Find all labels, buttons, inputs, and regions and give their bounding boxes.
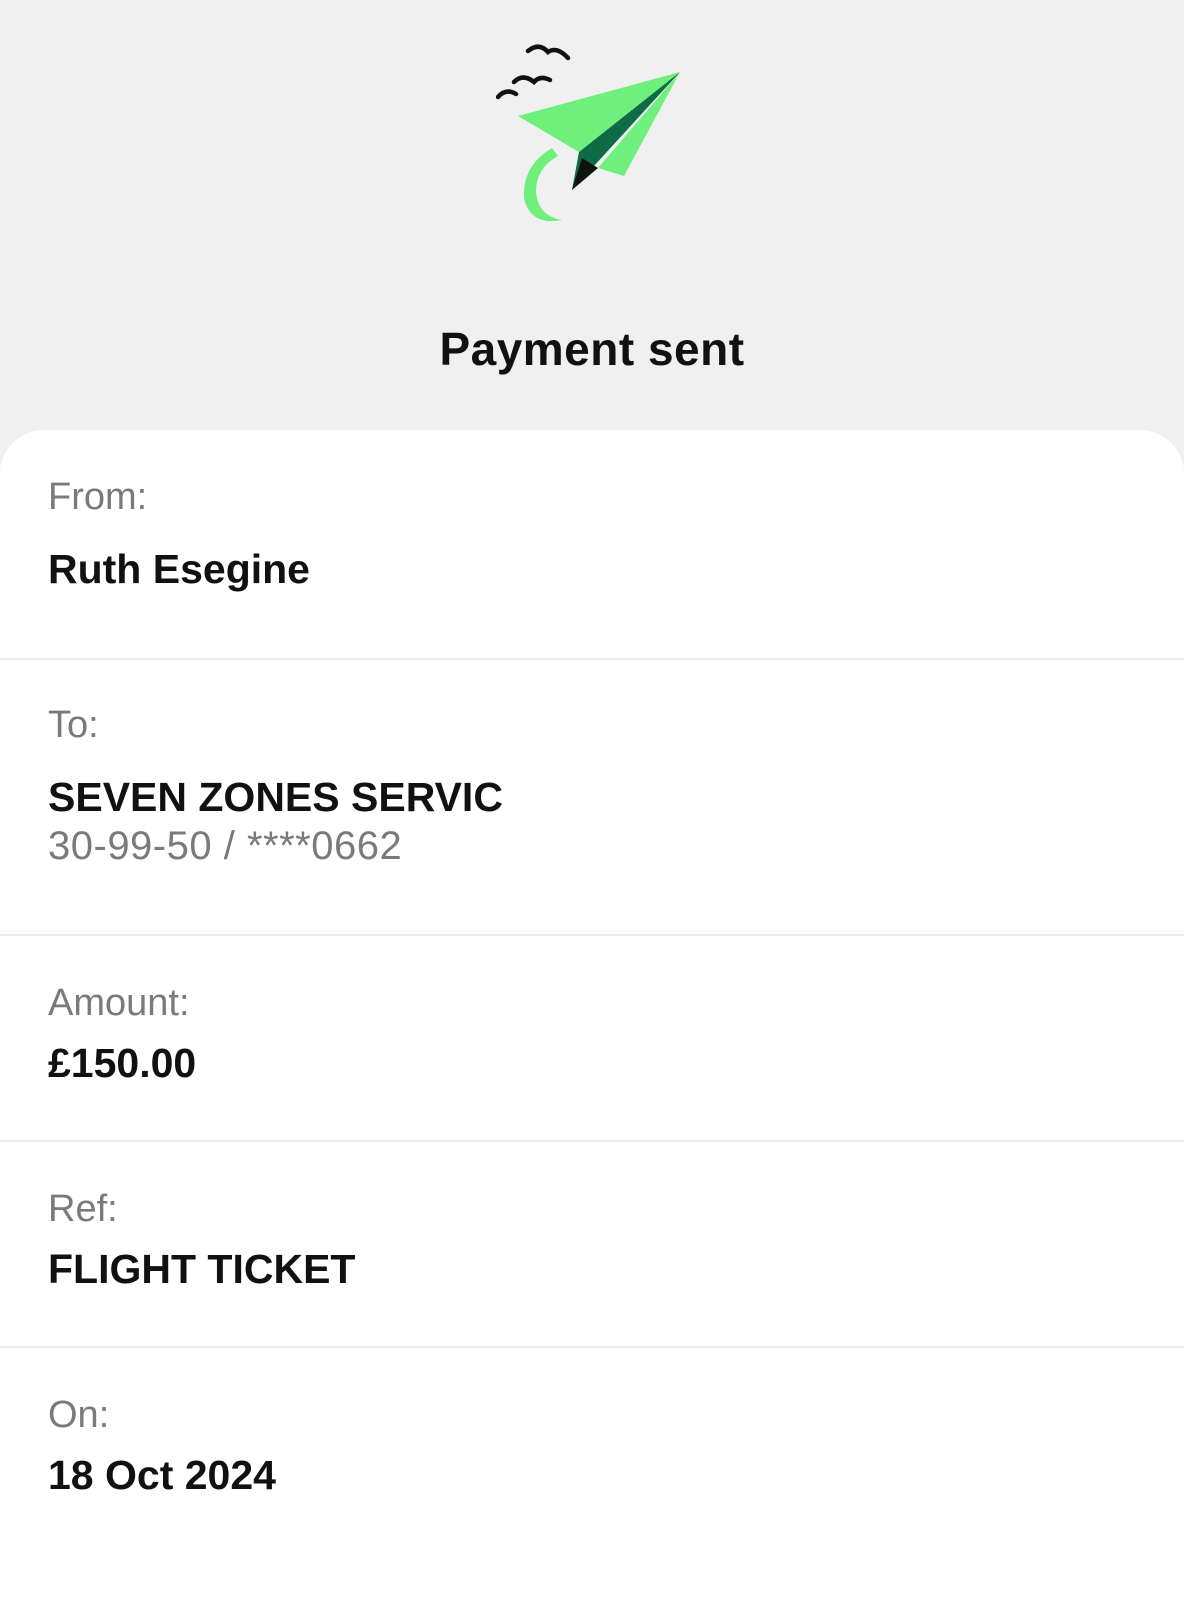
page-title: Payment sent <box>439 323 745 375</box>
ref-label: Ref: <box>48 1188 118 1230</box>
to-label: To: <box>48 704 99 746</box>
amount-label: Amount: <box>48 982 190 1024</box>
ref-row: Ref: FLIGHT TICKET <box>0 1142 1184 1348</box>
amount-row: Amount: £150.00 <box>0 936 1184 1142</box>
payment-confirmation-screen: Payment sent From: Ruth Esegine To: SEVE… <box>0 0 1184 1600</box>
to-value: SEVEN ZONES SERVIC <box>48 774 503 820</box>
to-account-number: 30-99-50 / ****0662 <box>48 824 403 868</box>
amount-value: £150.00 <box>48 1040 197 1086</box>
from-label: From: <box>48 476 148 518</box>
date-label: On: <box>48 1394 110 1436</box>
paper-plane-birds-icon <box>496 44 680 222</box>
header: Payment sent <box>0 0 1184 430</box>
from-row: From: Ruth Esegine <box>0 430 1184 660</box>
ref-value: FLIGHT TICKET <box>48 1246 356 1292</box>
from-value: Ruth Esegine <box>48 546 310 592</box>
date-row: On: 18 Oct 2024 <box>0 1348 1184 1568</box>
payment-details-card: From: Ruth Esegine To: SEVEN ZONES SERVI… <box>0 430 1184 1600</box>
date-value: 18 Oct 2024 <box>48 1452 276 1498</box>
to-row: To: SEVEN ZONES SERVIC 30-99-50 / ****06… <box>0 660 1184 936</box>
